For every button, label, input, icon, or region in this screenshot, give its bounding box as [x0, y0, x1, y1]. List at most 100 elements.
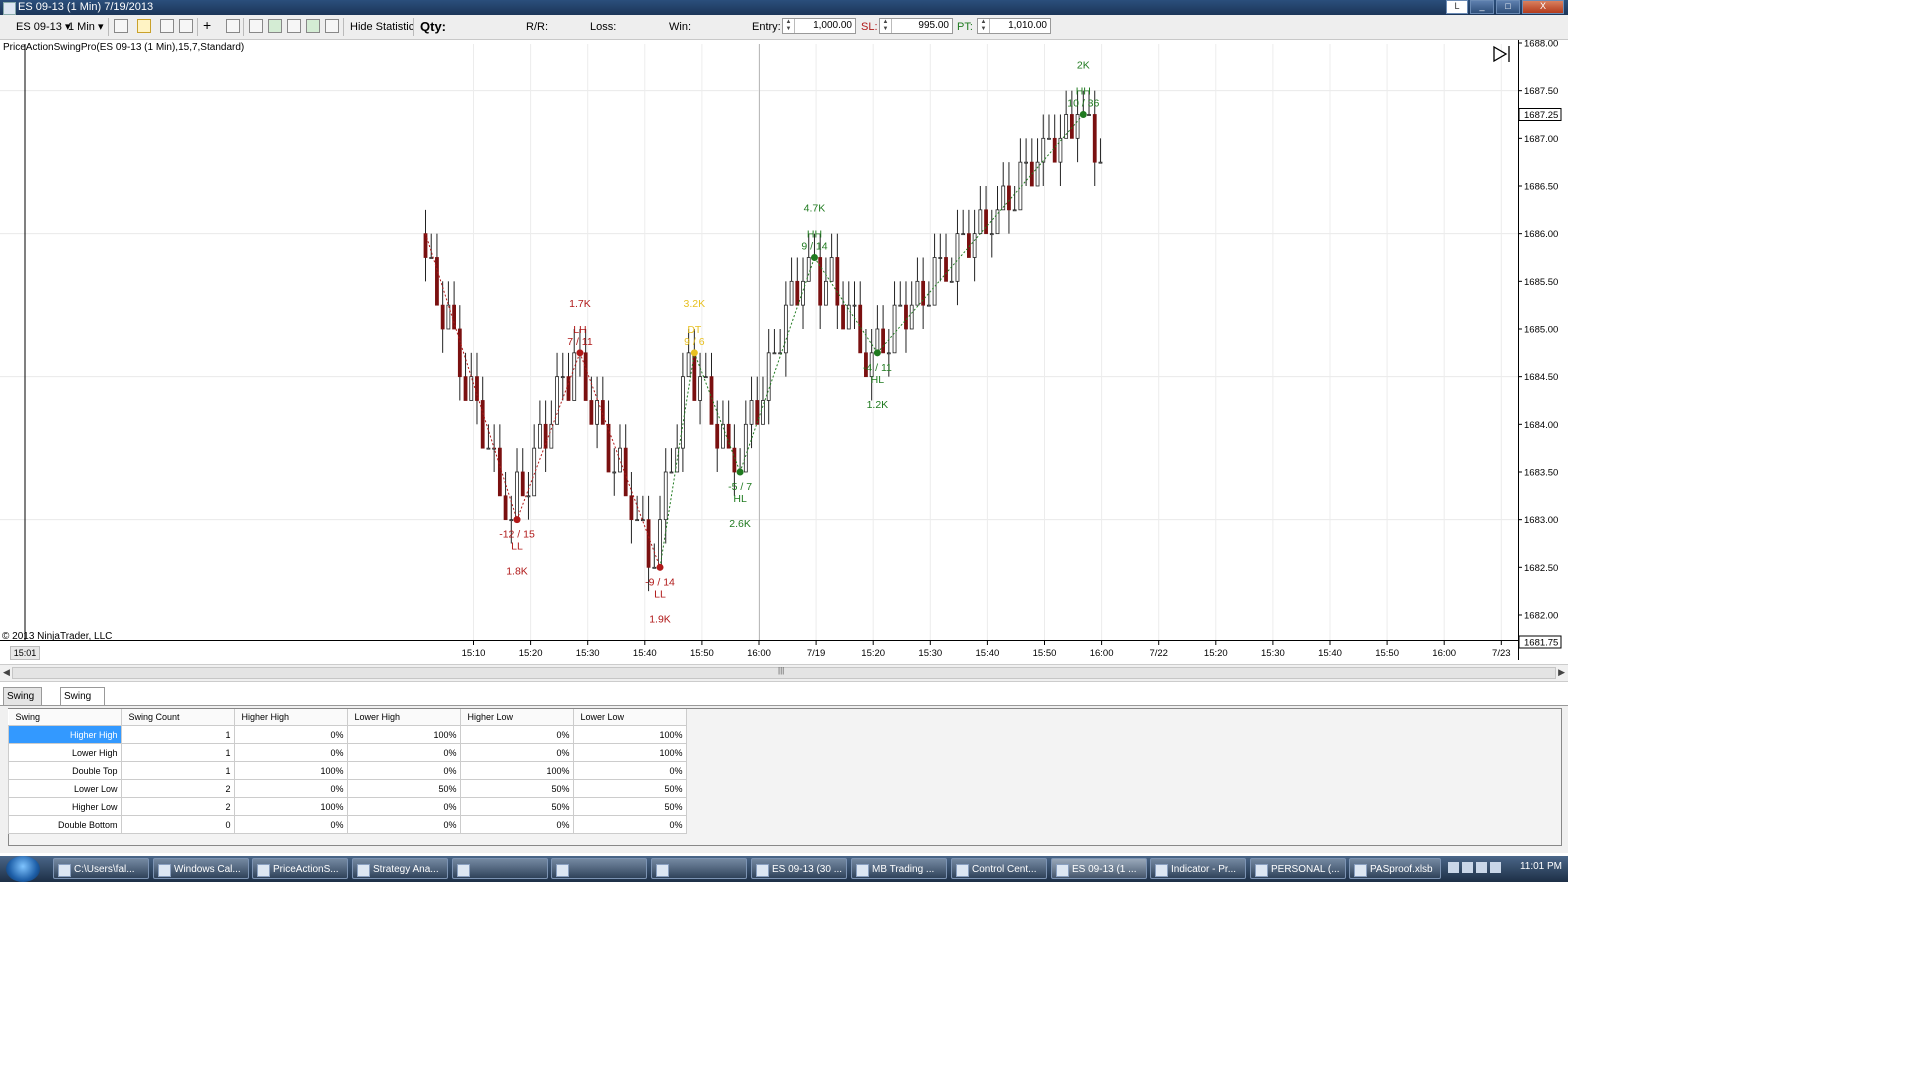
column-header[interactable]: Swing Count — [121, 709, 235, 726]
spin-arrows-icon[interactable]: ▲ ▼ — [978, 19, 990, 33]
tab-swing-relation[interactable]: Swing Relation — [60, 687, 105, 719]
taskbar-button[interactable]: MB Trading ... — [851, 858, 947, 879]
share-icon[interactable] — [306, 19, 320, 33]
swing-point[interactable] — [576, 349, 584, 357]
x-tick-label: 15:50 — [1033, 648, 1057, 659]
layout-letter-button[interactable]: L — [1446, 0, 1468, 14]
table-row[interactable]: Higher Low 2 100% 0% 50% 50% — [8, 797, 687, 816]
taskbar-button[interactable] — [651, 858, 747, 879]
bar-type-icon[interactable] — [114, 19, 128, 33]
bullish-candle — [772, 352, 777, 355]
clock[interactable]: 11:01 PM — [1520, 861, 1562, 872]
taskbar-button[interactable]: PriceActionS... — [252, 858, 348, 879]
column-header[interactable]: Lower Low — [573, 709, 687, 726]
swing-point[interactable] — [873, 349, 881, 357]
taskbar-button[interactable] — [452, 858, 548, 879]
column-header[interactable]: Higher Low — [460, 709, 574, 726]
bearish-candle — [503, 495, 508, 521]
swing-point[interactable] — [513, 516, 521, 524]
last-price-marker: 1681.75 — [1524, 638, 1558, 649]
bullish-candle — [955, 233, 960, 282]
bearish-candle — [944, 257, 948, 282]
taskbar-button[interactable]: ES 09-13 (30 ... — [751, 858, 847, 879]
table-row[interactable]: Lower High 1 0% 0% 0% 100% — [8, 743, 687, 762]
tab-swing-length[interactable]: Swing Length — [3, 687, 42, 719]
app-icon — [1155, 864, 1168, 877]
pin-icon[interactable] — [160, 19, 174, 33]
app-icon — [158, 864, 171, 877]
tray-icon[interactable] — [1462, 862, 1473, 873]
template-icon[interactable] — [325, 19, 339, 33]
tray-icon[interactable] — [1476, 862, 1487, 873]
bearish-candle — [732, 447, 737, 473]
taskbar-button[interactable]: Strategy Ana... — [352, 858, 448, 879]
column-header[interactable]: Higher High — [234, 709, 348, 726]
bullish-candle — [938, 257, 943, 259]
taskbar-button[interactable]: Windows Cal... — [153, 858, 249, 879]
interval-selector[interactable]: 1 Min ▾ — [68, 19, 104, 35]
taskbar-button[interactable]: Indicator - Pr... — [1150, 858, 1246, 879]
table-cell: 50% — [459, 797, 574, 816]
table-row[interactable]: Lower Low 2 0% 50% 50% 50% — [8, 779, 687, 798]
bullish-candle — [538, 423, 542, 449]
x-tick-label: 15:50 — [690, 648, 714, 659]
x-tick-label: 15:40 — [633, 648, 657, 659]
minimize-button[interactable]: _ — [1470, 0, 1494, 14]
tray-icon[interactable] — [1448, 862, 1459, 873]
swing-point[interactable] — [810, 253, 818, 261]
tray-icon[interactable] — [1490, 862, 1501, 873]
bullish-candle — [1047, 137, 1051, 140]
profit-target-field[interactable]: ▲ ▼ 1,010.00 — [977, 18, 1051, 34]
column-header[interactable]: Swing — [8, 709, 122, 726]
bearish-candle — [497, 447, 502, 497]
properties-icon[interactable] — [249, 19, 263, 33]
x-tick-label: 16:00 — [1432, 648, 1456, 659]
table-row[interactable]: Higher High 1 0% 100% 0% 100% — [8, 725, 687, 744]
zoom-icon[interactable] — [226, 19, 240, 33]
taskbar-button[interactable]: Control Cent... — [951, 858, 1047, 879]
bullish-candle — [766, 352, 771, 401]
start-button[interactable] — [6, 856, 40, 882]
bullish-candle — [703, 376, 708, 379]
close-button[interactable]: X — [1522, 0, 1564, 14]
entry-field[interactable]: ▲ ▼ 1,000.00 — [782, 18, 856, 34]
price-chart[interactable]: -12 / 15LL1.8K1.7KLH7 / 11-9 / 14LL1.9K3… — [0, 40, 1568, 660]
swing-type-label: HL — [733, 493, 747, 505]
bullish-candle — [824, 280, 828, 306]
app-icon — [58, 864, 71, 877]
swing-ratio-label: -12 / 15 — [499, 529, 535, 541]
table-cell: 100% — [233, 761, 348, 780]
taskbar-button[interactable]: PERSONAL (... — [1250, 858, 1346, 879]
bearish-candle — [600, 400, 605, 425]
instrument-selector[interactable]: ES 09-13 ▾ — [16, 19, 70, 35]
swing-line — [516, 352, 581, 520]
win-label: Win: — [669, 21, 691, 33]
scroll-right-icon[interactable]: ▶ — [1558, 667, 1565, 678]
table-row[interactable]: Double Bottom 0 0% 0% 0% 0% — [8, 815, 687, 834]
crosshair-icon[interactable]: + — [203, 18, 217, 33]
table-cell: 0% — [572, 815, 687, 834]
taskbar-button[interactable]: C:\Users\fal... — [53, 858, 149, 879]
swing-point[interactable] — [690, 349, 698, 357]
chart-scrollbar[interactable]: ◀ ||| ▶ — [0, 664, 1568, 682]
swing-point[interactable] — [656, 563, 664, 571]
taskbar-button[interactable]: ES 09-13 (1 ... — [1051, 858, 1147, 879]
table-row[interactable]: Double Top 1 100% 0% 100% 0% — [8, 761, 687, 780]
data-box-icon[interactable] — [287, 19, 301, 33]
taskbar-button[interactable] — [551, 858, 647, 879]
brush-icon[interactable] — [179, 19, 193, 33]
swing-point[interactable] — [1079, 110, 1087, 118]
stop-loss-field[interactable]: ▲ ▼ 995.00 — [879, 18, 953, 34]
swing-point[interactable] — [736, 468, 744, 476]
spin-arrows-icon[interactable]: ▲ ▼ — [783, 19, 795, 33]
spin-arrows-icon[interactable]: ▲ ▼ — [880, 19, 892, 33]
swing-ratio-label: 10 / 36 — [1067, 97, 1099, 109]
restore-button[interactable]: □ — [1496, 0, 1520, 14]
pencil-icon[interactable] — [137, 19, 151, 33]
hide-statistic-button[interactable]: Hide Statistic — [350, 19, 414, 35]
strategy-icon[interactable] — [268, 19, 282, 33]
column-header[interactable]: Lower High — [347, 709, 461, 726]
scroll-left-icon[interactable]: ◀ — [3, 667, 10, 678]
taskbar-button[interactable]: PASproof.xlsb — [1349, 858, 1441, 879]
table-cell: 0% — [459, 725, 574, 744]
